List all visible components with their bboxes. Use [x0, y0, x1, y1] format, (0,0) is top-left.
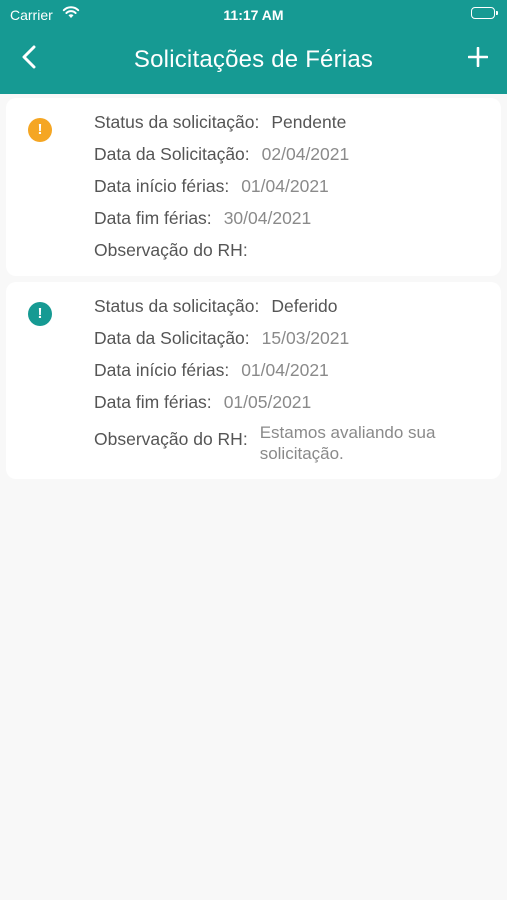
request-date-value: 15/03/2021	[261, 328, 350, 348]
status-label: Status da solicitação:	[94, 112, 260, 132]
status-bar: Carrier 11:17 AM	[0, 0, 507, 30]
status-value: Pendente	[271, 112, 347, 132]
start-date-label: Data início férias:	[94, 176, 230, 196]
status-label: Status da solicitação:	[94, 296, 260, 316]
clock: 11:17 AM	[223, 7, 284, 23]
app-header: Carrier 11:17 AM Solicitações de Férias	[0, 0, 507, 94]
request-date-label: Data da Solicitação:	[94, 328, 250, 348]
request-date-value: 02/04/2021	[261, 144, 350, 164]
alert-icon: !	[28, 302, 52, 326]
start-date-value: 01/04/2021	[241, 360, 329, 380]
request-card[interactable]: ! Status da solicitação: Pendente Data da…	[6, 98, 501, 276]
alert-icon: !	[28, 118, 52, 142]
end-date-label: Data fim férias:	[94, 208, 212, 228]
requests-list: ! Status da solicitação: Pendente Data da…	[0, 94, 507, 479]
hr-note-label: Observação do RH:	[94, 240, 248, 260]
navigation-bar: Solicitações de Férias	[0, 30, 507, 94]
hr-note-value: Estamos avaliando sua solicitação.	[259, 423, 436, 463]
start-date-label: Data início férias:	[94, 360, 230, 380]
status-value: Deferido	[271, 296, 338, 316]
add-request-button[interactable]	[463, 44, 493, 74]
hr-note-label: Observação do RH:	[94, 429, 248, 449]
page-title: Solicitações de Férias	[133, 46, 374, 73]
battery-icon	[471, 7, 498, 19]
end-date-value: 30/04/2021	[223, 208, 312, 228]
end-date-label: Data fim férias:	[94, 392, 212, 412]
end-date-value: 01/05/2021	[223, 392, 312, 412]
plus-icon	[467, 46, 489, 72]
request-date-label: Data da Solicitação:	[94, 144, 250, 164]
request-card[interactable]: ! Status da solicitação: Deferido Data da…	[6, 282, 501, 479]
start-date-value: 01/04/2021	[241, 176, 329, 196]
